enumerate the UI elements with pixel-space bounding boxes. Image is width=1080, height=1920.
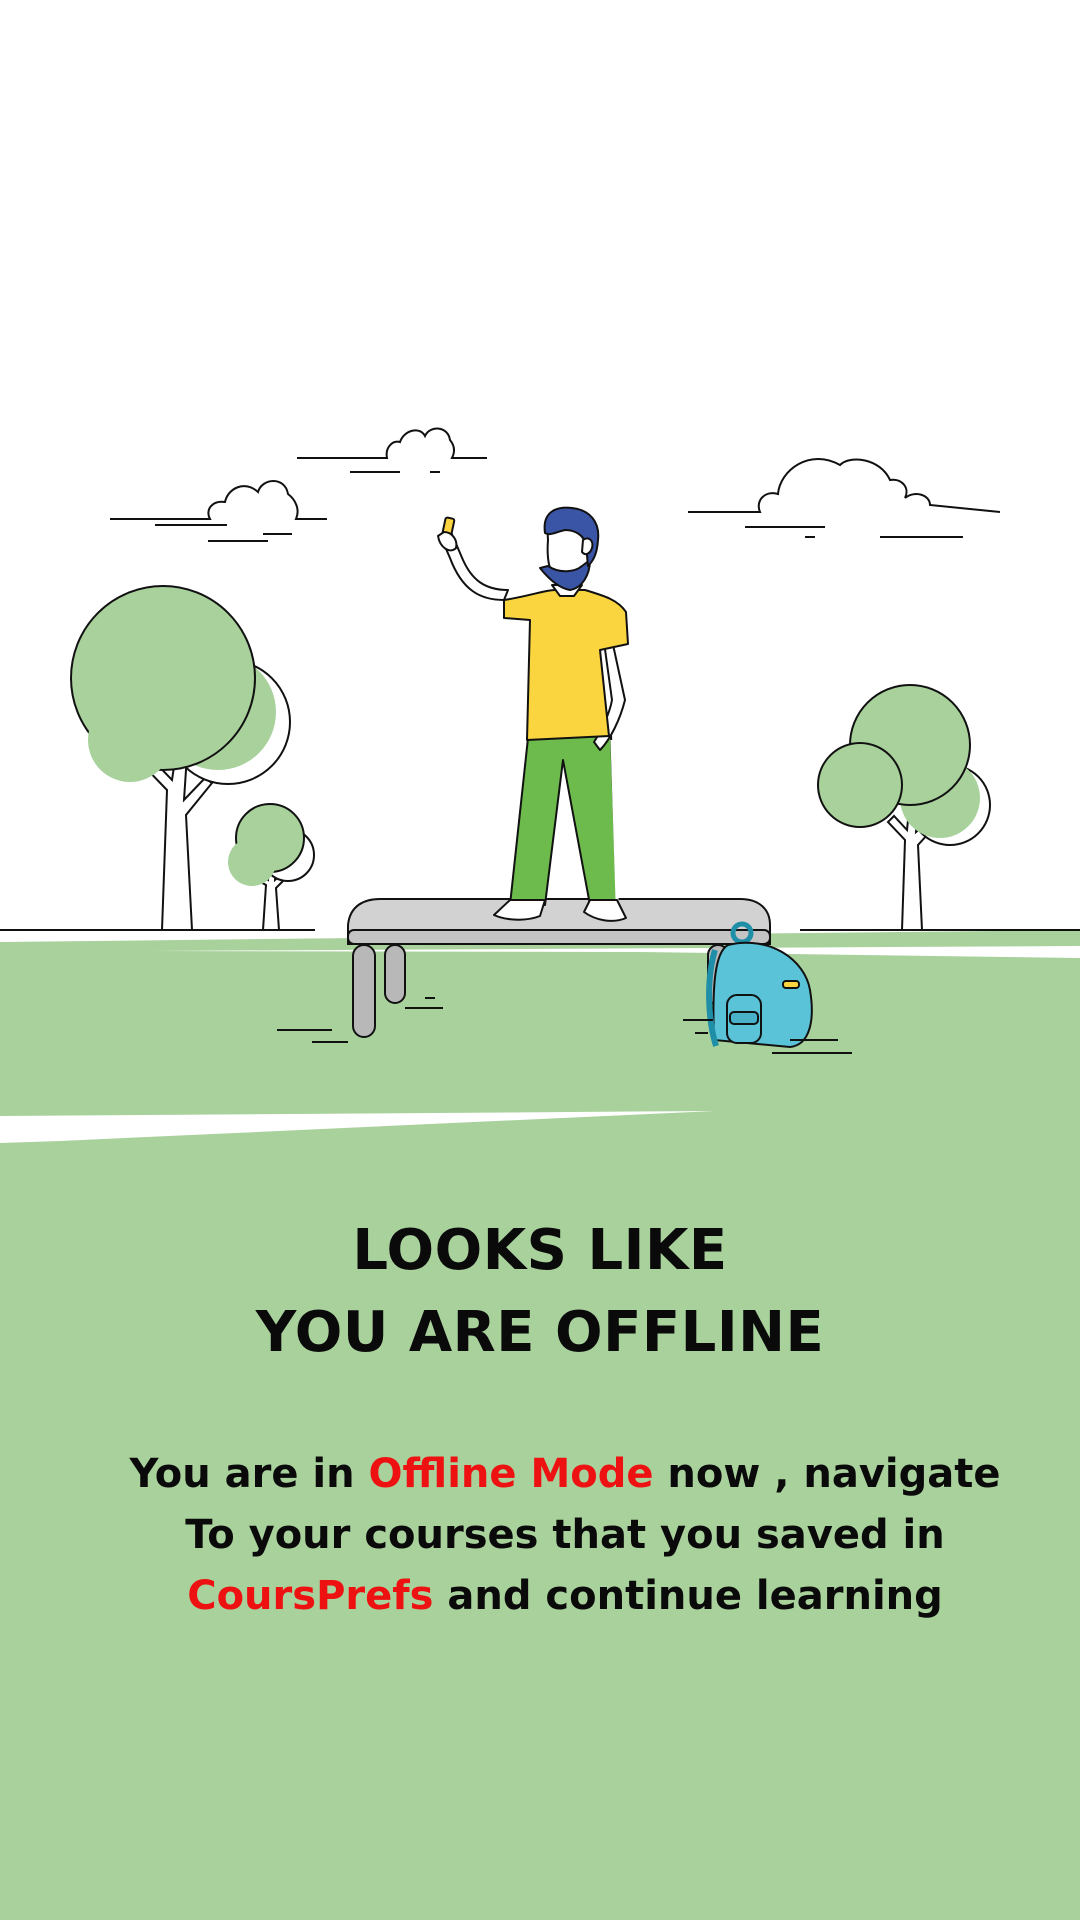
tree-small-left [228, 803, 315, 931]
cloud-middle [297, 427, 487, 473]
coursprefs-highlight: CoursPrefs [187, 1573, 434, 1619]
grass-field [0, 930, 1080, 1920]
message-text-1: You are in [129, 1451, 369, 1497]
headline-line-2: YOU ARE OFFLINE [255, 1300, 825, 1365]
offline-screen: LOOKS LIKE YOU ARE OFFLINE You are in Of… [0, 0, 1080, 1920]
cloud-left [110, 480, 327, 542]
offline-mode-highlight: Offline Mode [368, 1451, 654, 1497]
tree-right [817, 684, 991, 931]
offline-headline: LOOKS LIKE YOU ARE OFFLINE [0, 1210, 1080, 1374]
person-figure [437, 506, 629, 922]
offline-illustration [0, 427, 1080, 1920]
headline-line-1: LOOKS LIKE [352, 1218, 728, 1283]
cloud-right [688, 458, 1001, 538]
offline-message: You are in Offline Mode now , navigate T… [100, 1444, 1030, 1627]
message-text-3: and continue learning [433, 1573, 943, 1619]
